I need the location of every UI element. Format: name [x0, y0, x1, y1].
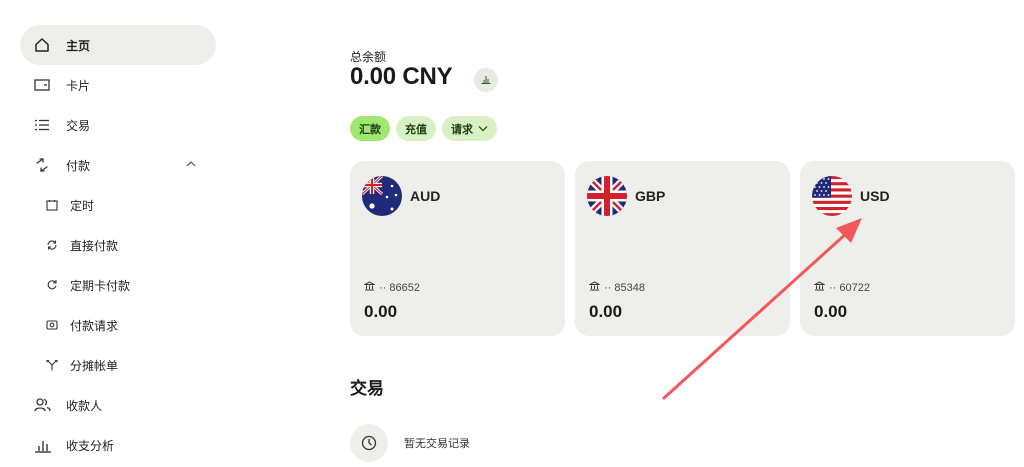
us-flag-icon [812, 176, 852, 216]
action-buttons: 汇款 充值 请求 [350, 116, 497, 141]
chevron-down-icon [478, 123, 488, 135]
account-card-aud[interactable]: AUD ·· 86652 0.00 [350, 161, 565, 336]
insights-icon [34, 436, 56, 454]
sidebar-item-label: 付款 [66, 158, 91, 173]
currency-code: GBP [635, 188, 666, 204]
account-number-text: ·· 86652 [379, 281, 420, 294]
sidebar-item-direct-debit[interactable]: 直接付款 [20, 225, 216, 265]
currency-code: USD [860, 188, 890, 204]
split-icon [46, 356, 62, 374]
insights-button[interactable] [474, 68, 498, 92]
recipients-icon [34, 396, 56, 414]
send-button[interactable]: 汇款 [350, 116, 390, 141]
sidebar-item-label: 定期卡付款 [70, 278, 131, 293]
sidebar: 主页 卡片 交易 付款 定时 直接付款 定期卡付款 付款请求 分摊帐单 收款人 … [20, 25, 216, 465]
account-balance: 0.00 [589, 302, 623, 321]
account-card-gbp[interactable]: GBP ·· 85348 0.00 [575, 161, 790, 336]
account-number-text: ·· 60722 [829, 281, 870, 294]
sidebar-item-label: 定时 [70, 198, 95, 213]
refresh-icon [46, 236, 62, 254]
sidebar-item-label: 直接付款 [70, 238, 119, 253]
transactions-empty-state: 暂无交易记录 [350, 424, 470, 462]
gb-flag-icon [587, 176, 627, 216]
account-balance: 0.00 [364, 302, 398, 321]
currency-code: AUD [410, 188, 441, 204]
sidebar-item-recipients[interactable]: 收款人 [20, 385, 216, 425]
app-root: 主页 卡片 交易 付款 定时 直接付款 定期卡付款 付款请求 分摊帐单 收款人 … [0, 0, 1024, 467]
account-number-text: ·· 85348 [604, 281, 645, 294]
empty-message: 暂无交易记录 [404, 438, 470, 450]
topup-button[interactable]: 充值 [396, 116, 436, 141]
sidebar-item-scheduled[interactable]: 定时 [20, 185, 216, 225]
sidebar-item-label: 收款人 [66, 398, 103, 413]
sidebar-item-label: 卡片 [66, 78, 91, 93]
sidebar-item-cards[interactable]: 卡片 [20, 65, 216, 105]
transfer-icon [34, 156, 56, 174]
calendar-icon [46, 196, 62, 214]
card-icon [34, 76, 56, 94]
sidebar-item-split-bill[interactable]: 分摊帐单 [20, 345, 216, 385]
sidebar-item-label: 付款请求 [70, 318, 119, 333]
account-cards: AUD ·· 86652 0.00 GBP ·· 85348 0.00 USD … [350, 161, 1015, 336]
sidebar-item-label: 收支分析 [66, 438, 115, 453]
topup-button-label: 充值 [405, 123, 427, 136]
account-number: ·· 85348 [588, 281, 645, 294]
sidebar-item-label: 交易 [66, 118, 91, 133]
request-icon [46, 316, 62, 334]
transactions-title: 交易 [350, 379, 384, 398]
sidebar-item-payment-request[interactable]: 付款请求 [20, 305, 216, 345]
account-number: ·· 86652 [363, 281, 420, 294]
list-icon [34, 116, 56, 134]
bank-icon [588, 281, 601, 294]
send-button-label: 汇款 [359, 123, 381, 136]
request-button-label: 请求 [451, 123, 473, 136]
account-number: ·· 60722 [813, 281, 870, 294]
chart-icon [481, 71, 491, 89]
chevron-up-icon[interactable] [186, 157, 196, 171]
clock-icon [350, 424, 388, 462]
home-icon [34, 36, 56, 54]
account-balance: 0.00 [814, 302, 848, 321]
account-card-usd[interactable]: USD ·· 60722 0.00 [800, 161, 1015, 336]
total-balance-amount: 0.00 CNY [350, 63, 453, 90]
sidebar-item-payments[interactable]: 付款 [20, 145, 216, 185]
bank-icon [363, 281, 376, 294]
sidebar-item-transactions[interactable]: 交易 [20, 105, 216, 145]
recurring-icon [46, 276, 62, 294]
sidebar-item-label: 分摊帐单 [70, 358, 119, 373]
sidebar-item-recurring-card[interactable]: 定期卡付款 [20, 265, 216, 305]
sidebar-item-insights[interactable]: 收支分析 [20, 425, 216, 465]
sidebar-item-home[interactable]: 主页 [20, 25, 216, 65]
bank-icon [813, 281, 826, 294]
au-flag-icon [362, 176, 402, 216]
sidebar-item-label: 主页 [66, 38, 91, 53]
request-button[interactable]: 请求 [442, 116, 497, 141]
